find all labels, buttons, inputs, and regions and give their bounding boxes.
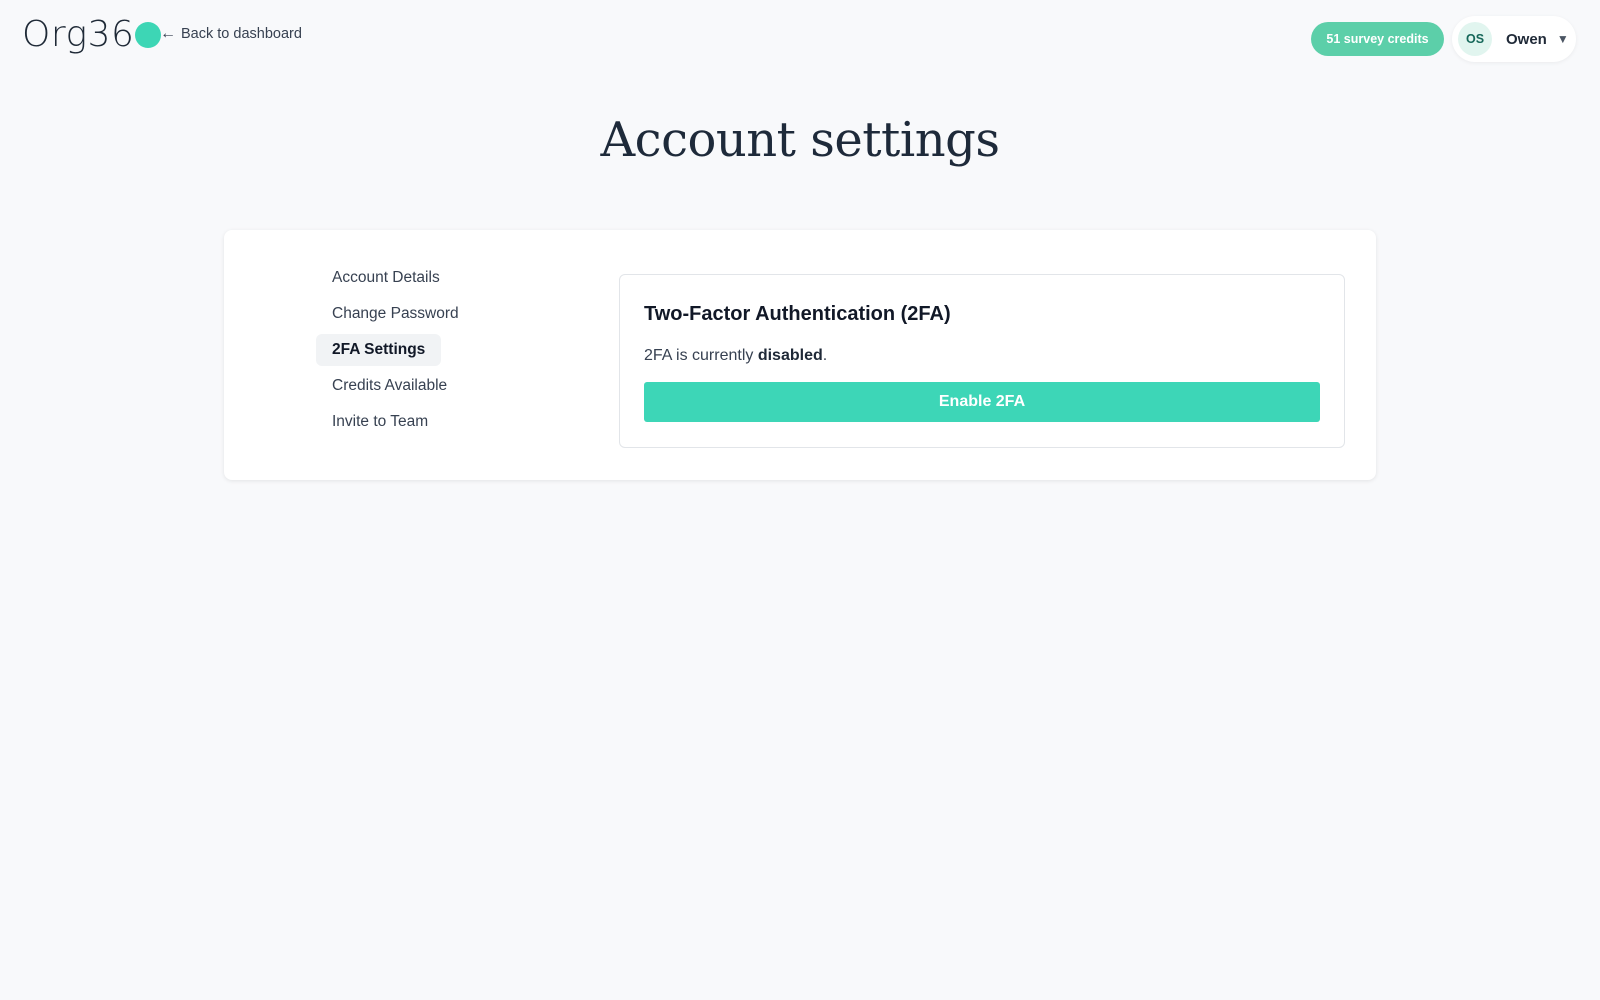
- avatar: OS: [1458, 22, 1492, 56]
- logo-dot-icon: [135, 21, 162, 48]
- nav-item-account-details[interactable]: Account Details: [316, 262, 456, 294]
- survey-credits-badge[interactable]: 51 survey credits: [1311, 22, 1444, 56]
- nav-item-change-password[interactable]: Change Password: [316, 298, 475, 330]
- arrow-left-icon: ←: [160, 25, 176, 42]
- enable-2fa-button[interactable]: Enable 2FA: [644, 382, 1320, 422]
- chevron-down-icon: ▼: [1556, 32, 1569, 46]
- back-link-label: Back to dashboard: [181, 26, 302, 42]
- twofa-panel: Two-Factor Authentication (2FA) 2FA is c…: [619, 274, 1345, 448]
- user-name: Owen: [1506, 30, 1547, 48]
- avatar-initials: OS: [1465, 32, 1485, 46]
- twofa-status-text: 2FA is currently disabled.: [644, 347, 827, 365]
- logo-text: Org36: [22, 14, 135, 55]
- back-to-dashboard-link[interactable]: ← Back to dashboard: [160, 25, 302, 43]
- nav-item-2fa-settings[interactable]: 2FA Settings: [316, 334, 442, 366]
- twofa-status-value: disabled: [757, 347, 823, 364]
- nav-item-invite-to-team[interactable]: Invite to Team: [316, 406, 444, 438]
- twofa-status-prefix: 2FA is currently: [644, 347, 754, 364]
- credits-label: 51 survey credits: [1326, 32, 1429, 46]
- twofa-status-suffix: .: [822, 347, 828, 364]
- top-bar: Org36 ← Back to dashboard 51 survey cred…: [0, 0, 1600, 76]
- settings-nav: Account Details Change Password 2FA Sett…: [316, 262, 516, 442]
- twofa-panel-title: Two-Factor Authentication (2FA): [644, 303, 951, 325]
- user-menu-button[interactable]: OS Owen ▼: [1452, 16, 1576, 62]
- page-title: Account settings: [600, 112, 1000, 168]
- settings-card: Account Details Change Password 2FA Sett…: [224, 230, 1376, 480]
- nav-item-credits-available[interactable]: Credits Available: [316, 370, 463, 402]
- logo[interactable]: Org36: [22, 14, 162, 55]
